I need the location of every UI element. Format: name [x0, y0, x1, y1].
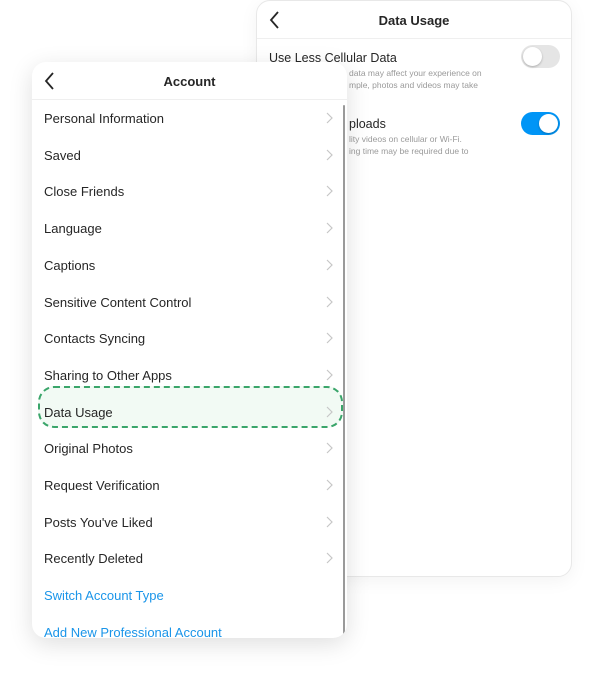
- account-panel: Account Personal Information Saved Close F…: [32, 62, 347, 638]
- page-title: Account: [163, 74, 216, 89]
- desc-line: lity videos on cellular or Wi-Fi.: [349, 134, 462, 144]
- menu-item-label: Saved: [44, 147, 81, 163]
- page-title: Data Usage: [378, 13, 450, 28]
- chevron-right-icon: [326, 552, 333, 567]
- chevron-right-icon: [326, 516, 333, 531]
- chevron-right-icon: [326, 442, 333, 457]
- chevron-right-icon: [326, 332, 333, 347]
- menu-item-posts-you-ve-liked[interactable]: Posts You've Liked: [32, 504, 347, 541]
- use-less-cellular-data-toggle[interactable]: [521, 45, 560, 68]
- menu-item-label: Language: [44, 221, 102, 237]
- menu-item-switch-account-type[interactable]: Switch Account Type: [32, 577, 347, 614]
- menu-item-sensitive-content-control[interactable]: Sensitive Content Control: [32, 284, 347, 321]
- menu-item-label: Sharing to Other Apps: [44, 367, 172, 383]
- account-header: Account: [32, 62, 347, 100]
- menu-item-label: Personal Information: [44, 111, 164, 126]
- desc-line: mple, photos and videos may take: [349, 80, 478, 90]
- toggle-knob: [539, 114, 558, 133]
- data-usage-header: Data Usage: [257, 1, 571, 39]
- chevron-right-icon: [326, 112, 333, 127]
- menu-item-contacts-syncing[interactable]: Contacts Syncing: [32, 320, 347, 357]
- menu-item-data-usage[interactable]: Data Usage: [32, 394, 347, 431]
- chevron-right-icon: [326, 222, 333, 237]
- menu-item-language[interactable]: Language: [32, 210, 347, 247]
- menu-item-label: Captions: [44, 257, 96, 273]
- menu-item-original-photos[interactable]: Original Photos: [32, 430, 347, 467]
- menu-item-label: Request Verification: [44, 478, 160, 493]
- chevron-right-icon: [326, 185, 333, 200]
- menu-item-personal-information[interactable]: Personal Information: [32, 100, 347, 137]
- menu-item-label: Recently Deleted: [44, 551, 143, 567]
- menu-item-recently-deleted[interactable]: Recently Deleted: [32, 540, 347, 577]
- chevron-right-icon: [326, 149, 333, 164]
- chevron-right-icon: [326, 259, 333, 274]
- menu-item-label: Data Usage: [44, 404, 113, 420]
- menu-item-label: Close Friends: [44, 184, 125, 200]
- menu-item-label: Sensitive Content Control: [44, 294, 192, 310]
- option-title: ploads: [349, 117, 386, 131]
- menu-item-label: Posts You've Liked: [44, 514, 153, 530]
- option-description: data may affect your experience on mple, …: [349, 67, 482, 91]
- chevron-right-icon: [326, 479, 333, 494]
- menu-item-captions[interactable]: Captions: [32, 247, 347, 284]
- menu-item-request-verification[interactable]: Request Verification: [32, 467, 347, 504]
- menu-item-label: Switch Account Type: [44, 588, 164, 604]
- desc-line: ing time may be required due to: [349, 146, 469, 156]
- desc-line: data may affect your experience on: [349, 68, 482, 78]
- chevron-right-icon: [326, 296, 333, 311]
- scrollbar[interactable]: [343, 105, 345, 635]
- menu-item-label: Original Photos: [44, 441, 133, 457]
- menu-item-add-new-professional-account[interactable]: Add New Professional Account: [32, 614, 347, 638]
- menu-item-label: Add New Professional Account: [44, 624, 222, 638]
- menu-item-label: Contacts Syncing: [44, 331, 146, 347]
- chevron-right-icon: [326, 406, 333, 421]
- chevron-right-icon: [326, 369, 333, 384]
- menu-item-sharing-to-other-apps[interactable]: Sharing to Other Apps: [32, 357, 347, 394]
- menu-item-close-friends[interactable]: Close Friends: [32, 173, 347, 210]
- toggle-knob: [523, 47, 542, 66]
- option-description: lity videos on cellular or Wi-Fi. ing tim…: [349, 133, 469, 157]
- high-quality-uploads-toggle[interactable]: [521, 112, 560, 135]
- menu-item-saved[interactable]: Saved: [32, 137, 347, 174]
